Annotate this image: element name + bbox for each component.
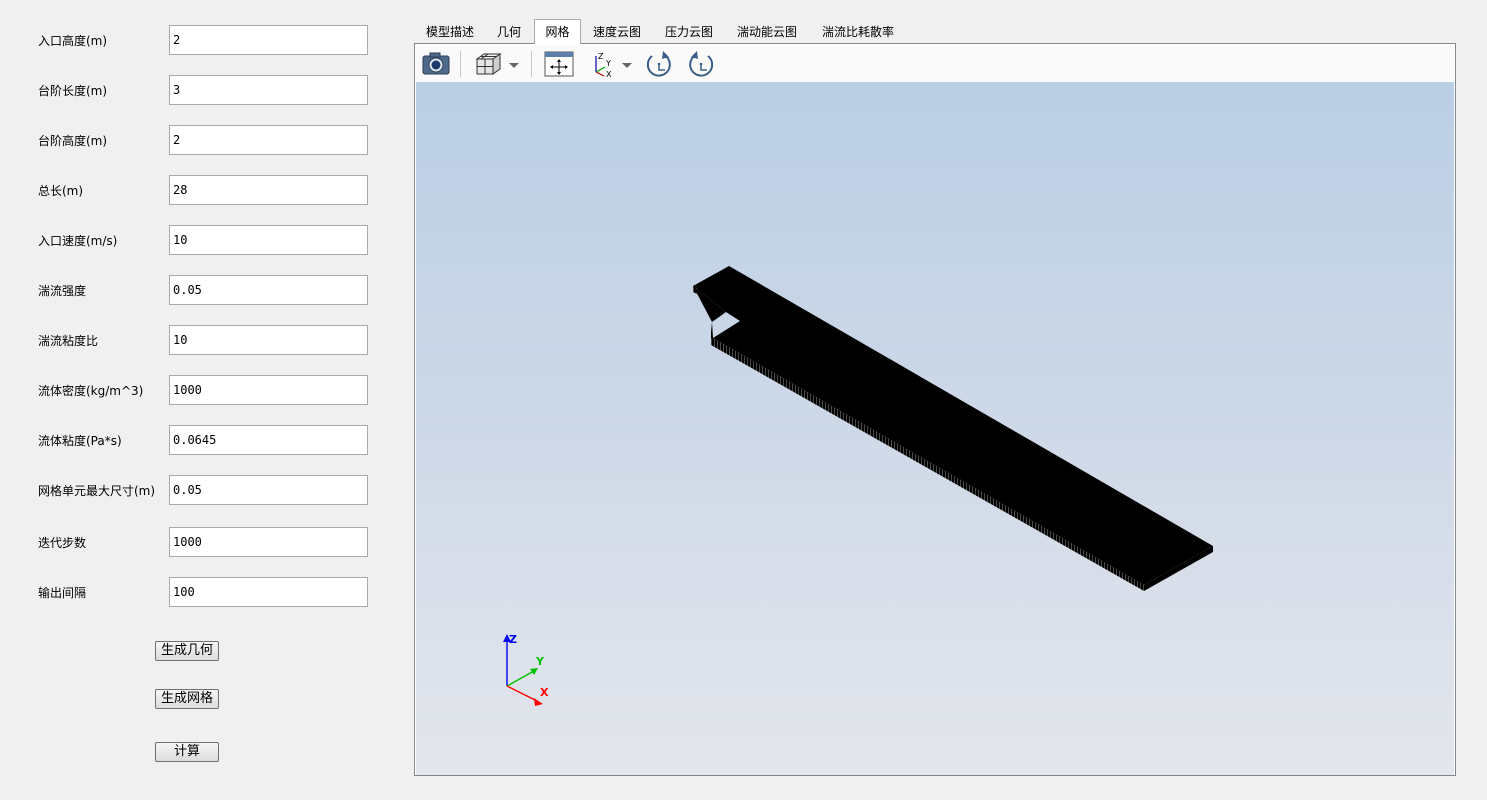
param-row-step-height: 台阶高度(m) [0,125,400,155]
dropdown-arrow-icon[interactable] [508,50,520,78]
iterations-input[interactable] [169,527,368,557]
param-row-turbulence-intensity: 湍流强度 [0,275,400,305]
tab-tke-contour[interactable]: 湍动能云图 [732,23,802,44]
tab-geometry[interactable]: 几何 [490,23,528,44]
dropdown-arrow-icon[interactable] [621,50,633,78]
tab-model-description[interactable]: 模型描述 [418,23,482,44]
y-axis-line [506,670,535,687]
param-row-inlet-height: 入口高度(m) [0,25,400,55]
inlet-height-input[interactable] [169,25,368,55]
svg-text:X: X [606,70,612,78]
inlet-velocity-label: 入口速度(m/s) [38,234,118,248]
max-cell-size-input[interactable] [169,475,368,505]
param-row-max-cell-size: 网格单元最大尺寸(m) [0,475,400,505]
fluid-viscosity-input[interactable] [169,425,368,455]
param-row-iterations: 迭代步数 [0,527,400,557]
iterations-label: 迭代步数 [38,536,87,550]
cube-view-icon[interactable] [473,50,503,78]
tab-mesh[interactable]: 网格 [534,19,581,44]
turbulent-viscosity-ratio-input[interactable] [169,325,368,355]
generate-geometry-button[interactable]: 生成几何 [155,641,219,661]
toolbar-separator [460,51,461,77]
3d-render-area[interactable]: Z Y X [416,82,1454,775]
x-axis-line [506,685,538,702]
inlet-height-label: 入口高度(m) [38,34,108,48]
fluid-viscosity-label: 流体粘度(Pa*s) [38,434,122,448]
rotate-counterclockwise-icon[interactable] [686,50,716,78]
param-row-fluid-density: 流体密度(kg/m^3) [0,375,400,405]
view-tab-bar: 模型描述 几何 网格 速度云图 压力云图 湍动能云图 湍流比耗散率 [414,19,1456,44]
param-row-total-length: 总长(m) [0,175,400,205]
param-row-step-length: 台阶长度(m) [0,75,400,105]
total-length-label: 总长(m) [38,184,84,198]
viewer-toolbar: Z Y X [416,45,1454,83]
svg-text:Y: Y [605,59,611,68]
tab-specific-dissipation-rate[interactable]: 湍流比耗散率 [816,23,900,44]
axes-orientation-icon[interactable]: Z Y X [588,50,614,79]
step-height-label: 台阶高度(m) [38,134,108,148]
output-interval-label: 输出间隔 [38,586,87,600]
rotate-clockwise-icon[interactable] [644,50,674,78]
mesh-geometry [693,266,1213,591]
fluid-density-input[interactable] [169,375,368,405]
total-length-input[interactable] [169,175,368,205]
fluid-density-label: 流体密度(kg/m^3) [38,384,144,398]
param-row-inlet-velocity: 入口速度(m/s) [0,225,400,255]
x-axis-arrow [534,698,543,706]
z-axis-label: Z [509,633,517,646]
param-row-output-interval: 输出间隔 [0,577,400,607]
step-height-input[interactable] [169,125,368,155]
fit-view-icon[interactable] [544,50,574,78]
camera-icon[interactable] [420,50,452,78]
generate-mesh-button[interactable]: 生成网格 [155,689,219,709]
tab-velocity-contour[interactable]: 速度云图 [588,23,646,44]
param-row-fluid-viscosity: 流体粘度(Pa*s) [0,425,400,455]
turbulence-intensity-label: 湍流强度 [38,284,87,298]
step-length-label: 台阶长度(m) [38,84,108,98]
parameter-panel: 入口高度(m) 台阶长度(m) 台阶高度(m) 总长(m) 入口速度(m/s) … [0,0,400,800]
x-axis-label: X [540,686,549,699]
mesh-viewer: Z Y X Z Y X [414,43,1456,776]
tab-pressure-contour[interactable]: 压力云图 [660,23,718,44]
y-axis-arrow [530,668,538,675]
y-axis-label: Y [535,655,545,668]
compute-button[interactable]: 计算 [155,742,219,762]
step-length-input[interactable] [169,75,368,105]
toolbar-separator [531,51,532,77]
max-cell-size-label: 网格单元最大尺寸(m) [38,484,156,498]
svg-text:Z: Z [598,52,604,61]
orientation-axes: Z Y X [503,633,549,706]
inlet-velocity-input[interactable] [169,225,368,255]
turbulence-intensity-input[interactable] [169,275,368,305]
param-row-turbulent-viscosity-ratio: 湍流粘度比 [0,325,400,355]
turbulent-viscosity-ratio-label: 湍流粘度比 [38,334,99,348]
output-interval-input[interactable] [169,577,368,607]
